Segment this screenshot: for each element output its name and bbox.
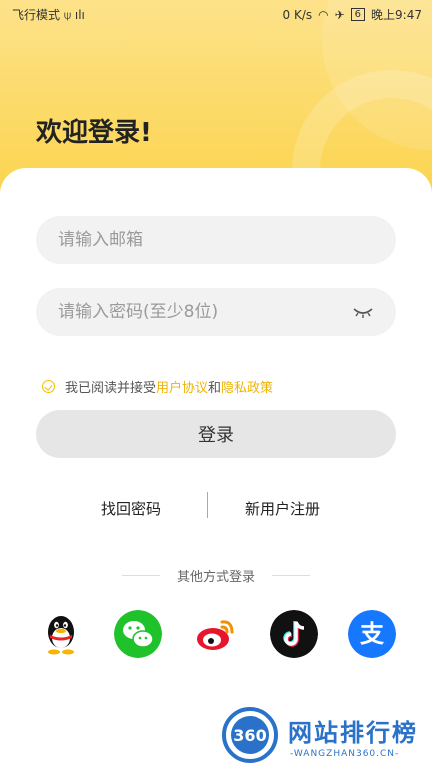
- register-link[interactable]: 新用户注册: [245, 498, 320, 519]
- agreement-row: 我已阅读并接受 用户协议 和 隐私政策: [42, 377, 273, 396]
- wifi-icon: ◠: [318, 7, 329, 22]
- agreement-prefix: 我已阅读并接受: [65, 381, 157, 396]
- password-field[interactable]: [36, 288, 396, 336]
- watermark-badge: 360: [233, 726, 266, 745]
- battery-level: 6: [354, 9, 362, 20]
- email-input[interactable]: [56, 229, 396, 251]
- network-speed: 0 K/s: [282, 7, 313, 22]
- page-title: 欢迎登录!: [36, 118, 152, 148]
- password-input[interactable]: [56, 301, 396, 323]
- battery-icon: 6: [350, 8, 366, 21]
- forgot-password-link[interactable]: 找回密码: [101, 498, 161, 519]
- divider: [207, 492, 208, 518]
- login-button[interactable]: 登录: [36, 410, 396, 458]
- divider-right: [272, 575, 310, 576]
- status-right: 0 K/s ◠ ✈ 6 晚上9:47: [283, 6, 423, 23]
- alipay-icon[interactable]: 支: [348, 610, 396, 658]
- status-left: 飞行模式 ⍦ ılı: [12, 6, 85, 23]
- watermark-url: -WANGZHAN360.CN-: [290, 749, 400, 759]
- status-time: 晚上9:47: [371, 8, 422, 22]
- watermark-text: 网站排行榜: [288, 719, 418, 747]
- svg-text:支: 支: [360, 620, 385, 648]
- weibo-icon[interactable]: [192, 610, 240, 658]
- wechat-icon[interactable]: [114, 610, 162, 658]
- privacy-policy-link[interactable]: 隐私政策: [221, 377, 273, 396]
- other-login-label: 其他方式登录: [176, 570, 255, 585]
- airplane-mode-text: 飞行模式: [12, 8, 61, 22]
- agreement-and: 和: [208, 381, 222, 396]
- email-field[interactable]: [36, 216, 396, 264]
- divider-left: [122, 575, 160, 576]
- eye-closed-icon[interactable]: [352, 304, 374, 320]
- airplane-icon: ✈: [334, 7, 345, 22]
- user-agreement-link[interactable]: 用户协议: [156, 377, 208, 396]
- watermark: 360 网站排行榜 -WANGZHAN360.CN-: [216, 705, 432, 768]
- agreement-checkbox[interactable]: [42, 380, 55, 393]
- social-login-row: 支: [0, 608, 432, 658]
- account-links: 找回密码 新用户注册: [0, 492, 432, 522]
- status-bar: 飞行模式 ⍦ ılı 0 K/s ◠ ✈ 6 晚上9:47: [0, 0, 432, 28]
- watermark-logo: 360: [222, 707, 278, 763]
- tiktok-icon[interactable]: [270, 610, 318, 658]
- usb-icon: ⍦ ılı: [63, 8, 85, 22]
- other-login-section: 其他方式登录: [0, 566, 432, 585]
- qq-icon[interactable]: [37, 610, 85, 658]
